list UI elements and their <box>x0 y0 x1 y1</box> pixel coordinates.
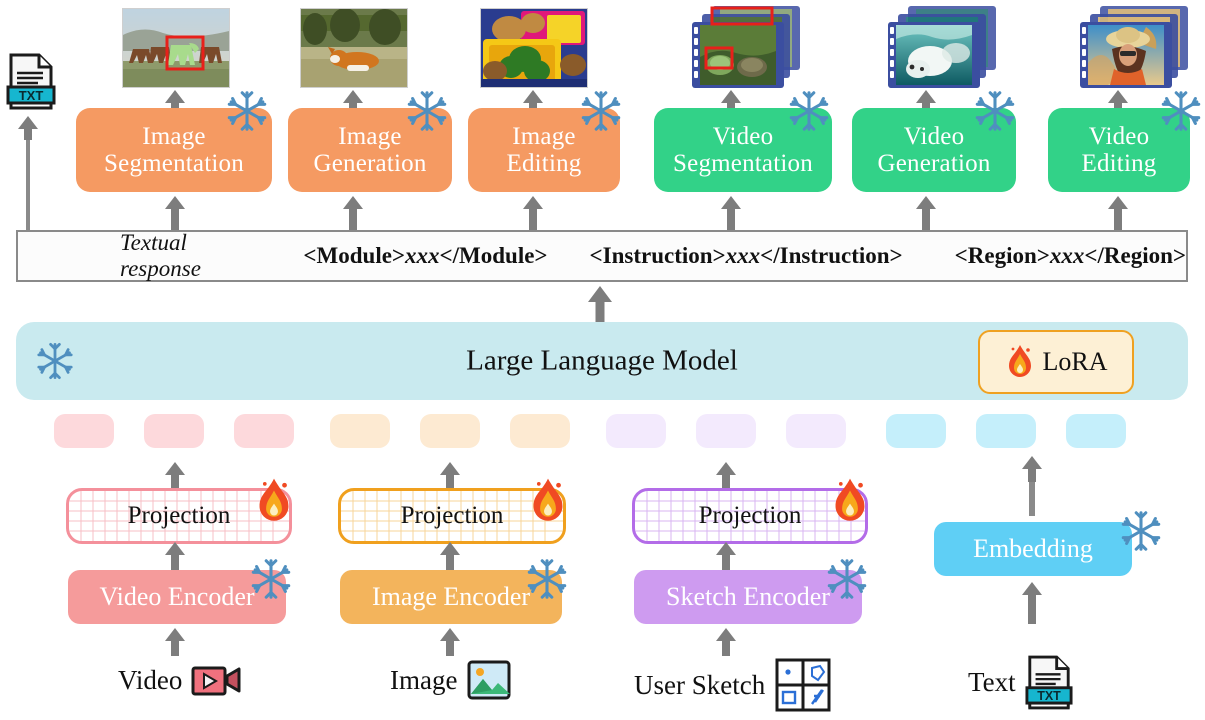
output-thumb-video-generation <box>880 6 998 90</box>
snowflake-icon <box>34 340 76 382</box>
arrow-llm-to-response <box>588 286 612 324</box>
module-label-line1: Image <box>142 123 206 150</box>
response-module-tag: <Module>xxx</Module> <box>303 243 547 269</box>
module-label-line2: Editing <box>506 150 582 177</box>
token-video-2 <box>144 414 204 448</box>
image-encoder-label: Image Encoder <box>371 582 531 611</box>
output-thumb-image-generation <box>300 8 408 88</box>
input-video-label: Video <box>118 664 183 695</box>
tag-open: <Region> <box>954 243 1050 268</box>
input-sketch: User Sketch <box>634 658 832 712</box>
arrow-response-to-module-4 <box>721 196 741 230</box>
snowflake-icon <box>224 88 270 134</box>
response-to-text-arrow <box>18 116 38 140</box>
arrow-text-input-to-embedding <box>1022 582 1042 624</box>
tag-close: </Instruction> <box>760 243 903 268</box>
module-label-line2: Segmentation <box>104 150 244 177</box>
flame-icon <box>528 476 568 526</box>
arrow-video-encoder-to-projection <box>165 542 185 570</box>
module-label-line1: Video <box>1088 123 1150 150</box>
token-sketch-1 <box>606 414 666 448</box>
response-to-text-line-vertical <box>26 130 30 240</box>
tag-value: xxx <box>1049 243 1085 268</box>
snowflake-icon <box>578 88 624 134</box>
lora-adapter[interactable]: LoRA <box>978 330 1134 394</box>
token-image-3 <box>510 414 570 448</box>
tag-open: <Instruction> <box>589 243 726 268</box>
tag-close: </Region> <box>1084 243 1186 268</box>
module-label-line2: Editing <box>1081 150 1157 177</box>
response-region-tag: <Region>xxx</Region> <box>955 243 1186 269</box>
tag-close: </Module> <box>439 243 548 268</box>
lora-label: LoRA <box>1042 347 1108 376</box>
sketch-grid-icon <box>774 658 832 712</box>
arrow-response-to-module-3 <box>523 196 543 230</box>
token-text-2 <box>976 414 1036 448</box>
snowflake-icon <box>824 556 870 602</box>
token-video-3 <box>234 414 294 448</box>
arrow-response-to-module-1 <box>165 196 185 230</box>
token-image-1 <box>330 414 390 448</box>
snowflake-icon <box>404 88 450 134</box>
text-embedding-label: Embedding <box>973 534 1093 563</box>
module-label-line1: Image <box>512 123 576 150</box>
snowflake-icon <box>248 556 294 602</box>
text-embedding[interactable]: Embedding <box>934 522 1132 576</box>
architecture-diagram: TXT Image Segmentation Image Generation … <box>0 0 1205 720</box>
snowflake-icon <box>1118 508 1164 554</box>
input-video: Video <box>118 660 243 700</box>
tag-open: <Module> <box>303 243 406 268</box>
output-thumb-video-segmentation <box>684 6 802 90</box>
token-sketch-3 <box>786 414 846 448</box>
output-thumb-image-segmentation <box>122 8 230 88</box>
input-text-label: Text <box>968 666 1016 697</box>
video-camera-icon <box>191 660 243 700</box>
arrow-response-to-module-5 <box>916 196 936 230</box>
response-textual: Textual response <box>120 230 201 281</box>
arrow-video-input-to-encoder <box>165 628 185 656</box>
snowflake-icon <box>786 88 832 134</box>
arrow-text-embedding-to-llm <box>1022 456 1042 482</box>
token-text-1 <box>886 414 946 448</box>
arrow-image-input-to-encoder <box>440 628 460 656</box>
video-projection-label: Projection <box>127 502 231 529</box>
module-label-line2: Segmentation <box>673 150 813 177</box>
arrow-response-to-module-6 <box>1108 196 1128 230</box>
input-text: Text TXT <box>968 654 1073 710</box>
text-output-icon: TXT <box>6 52 56 110</box>
token-text-3 <box>1066 414 1126 448</box>
image-projection-label: Projection <box>400 502 504 529</box>
response-bar: Textual response <Module>xxx</Module> <I… <box>16 230 1188 282</box>
snowflake-icon <box>1158 88 1204 134</box>
response-instruction-tag: <Instruction>xxx</Instruction> <box>590 243 903 269</box>
input-image: Image <box>390 658 512 702</box>
module-label-line2: Generation <box>313 150 427 177</box>
sketch-encoder-label: Sketch Encoder <box>666 582 830 611</box>
svg-text:TXT: TXT <box>1037 689 1061 703</box>
txt-file-icon: TXT <box>1025 654 1073 710</box>
snowflake-icon <box>972 88 1018 134</box>
tag-value: xxx <box>725 243 761 268</box>
sketch-projection-label: Projection <box>698 502 802 529</box>
input-sketch-label: User Sketch <box>634 669 766 700</box>
module-label-line2: Generation <box>877 150 991 177</box>
svg-text:TXT: TXT <box>19 88 44 103</box>
video-encoder-label: Video Encoder <box>99 582 255 611</box>
picture-icon <box>466 658 512 702</box>
arrow-image-encoder-to-projection <box>440 542 460 570</box>
token-image-2 <box>420 414 480 448</box>
flame-icon <box>254 476 294 526</box>
arrow-sketch-input-to-encoder <box>716 628 736 656</box>
output-thumb-video-editing <box>1072 6 1192 90</box>
arrow-sketch-encoder-to-projection <box>716 542 736 570</box>
output-thumb-image-editing <box>480 8 588 88</box>
flame-icon <box>1005 343 1035 381</box>
flame-icon <box>830 476 870 526</box>
snowflake-icon <box>524 556 570 602</box>
arrow-response-to-module-2 <box>343 196 363 230</box>
token-sketch-2 <box>696 414 756 448</box>
input-image-label: Image <box>390 664 458 695</box>
token-video-1 <box>54 414 114 448</box>
tag-value: xxx <box>405 243 440 268</box>
